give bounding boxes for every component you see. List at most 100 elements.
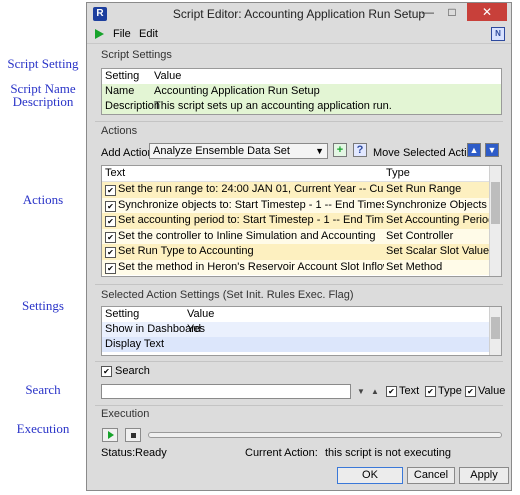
search-next-icon[interactable]: ▼: [357, 387, 365, 396]
table-row[interactable]: ✔ Set accounting period to: Start Timest…: [102, 213, 501, 229]
row-checkbox[interactable]: ✔: [105, 262, 116, 274]
header-value: Value: [187, 308, 215, 320]
header-type: Type: [386, 167, 410, 179]
search-text-label: Text: [399, 385, 420, 397]
ok-button[interactable]: OK: [337, 467, 403, 484]
action-text: Synchronize objects to: Start Timestep -…: [118, 198, 384, 211]
status-value: Ready: [135, 447, 167, 459]
action-type: Synchronize Objects: [386, 198, 487, 211]
header-value: Value: [154, 70, 182, 82]
close-button[interactable]: ✕: [467, 3, 507, 21]
execution-progress-bar: [148, 432, 502, 438]
search-value-checkbox[interactable]: ✔: [465, 386, 476, 397]
scrollbar-thumb[interactable]: [491, 317, 500, 339]
setting-cell: Display Text: [105, 338, 165, 350]
setting-cell: Name: [105, 85, 135, 97]
search-enable-checkbox[interactable]: ✔: [101, 366, 112, 377]
selected-action-value: Analyze Ensemble Data Set: [153, 145, 290, 157]
menu-edit[interactable]: Edit: [139, 28, 158, 40]
actions-label: Actions: [101, 125, 138, 137]
add-action-button[interactable]: +: [333, 143, 347, 157]
chevron-down-icon: ▼: [315, 146, 324, 156]
callout-description: Description: [12, 94, 74, 109]
script-editor-window: R Script Editor: Accounting Application …: [86, 2, 512, 491]
callout-execution: Execution: [16, 421, 70, 436]
row-checkbox[interactable]: ✔: [105, 216, 116, 227]
run-icon[interactable]: [95, 29, 104, 39]
action-text: Set Run Type to Accounting: [118, 245, 254, 257]
search-type-checkbox[interactable]: ✔: [425, 386, 436, 397]
search-input[interactable]: [101, 384, 351, 399]
script-settings-label: Script Settings: [101, 49, 172, 61]
selected-action-settings-label: Selected Action Settings (Set Init. Rule…: [101, 289, 354, 301]
table-header: Text Type: [102, 166, 501, 182]
settings-scrollbar[interactable]: [489, 307, 501, 355]
action-type: Set Controller: [386, 229, 454, 242]
cancel-button[interactable]: Cancel: [407, 467, 455, 484]
action-text: Set the controller to Inline Simulation …: [118, 229, 376, 242]
header-setting: Setting: [105, 308, 140, 320]
search-type-label: Type: [438, 385, 462, 397]
value-cell[interactable]: Yes: [187, 322, 205, 337]
action-type: Set Run Range: [386, 183, 462, 195]
status-label: Status:: [101, 447, 136, 459]
script-settings-table: Setting Value Name Accounting Applicatio…: [101, 68, 502, 115]
divider: [95, 284, 503, 285]
help-icon[interactable]: N: [491, 27, 505, 41]
move-selected-action-label: Move Selected Action:: [373, 147, 482, 159]
divider: [95, 361, 503, 362]
table-row[interactable]: ✔ Synchronize objects to: Start Timestep…: [102, 197, 501, 213]
callout-actions: Actions: [22, 192, 64, 207]
maximize-button[interactable]: □: [441, 3, 463, 21]
table-header: Setting Value: [102, 69, 501, 84]
table-row[interactable]: ✔ Set the run range to: 24:00 JAN 01, Cu…: [102, 182, 501, 198]
divider: [95, 121, 503, 122]
move-down-button[interactable]: ▼: [485, 143, 499, 157]
value-cell[interactable]: This script sets up an accounting applic…: [154, 99, 392, 114]
move-up-button[interactable]: ▲: [467, 143, 481, 157]
callout-script-setting: Script Setting: [7, 56, 79, 71]
header-setting: Setting: [105, 70, 140, 82]
menu-bar: File Edit N: [87, 25, 511, 44]
table-row[interactable]: ✔ Set the method in Heron's Reservoir Ac…: [102, 259, 501, 275]
table-row[interactable]: Name Accounting Application Run Setup: [102, 84, 501, 99]
current-action-value: this script is not executing: [325, 447, 451, 459]
header-text: Text: [105, 167, 126, 179]
search-value-label: Value: [478, 385, 506, 397]
table-row[interactable]: Show in Dashboard Yes: [102, 322, 501, 337]
search-prev-icon[interactable]: ▲: [371, 387, 379, 396]
action-help-button[interactable]: ?: [353, 143, 367, 157]
add-action-label: Add Action: [101, 147, 154, 159]
menu-file[interactable]: File: [113, 28, 131, 40]
action-type: Set Scalar Slot Value: [386, 245, 490, 257]
row-checkbox[interactable]: ✔: [105, 185, 116, 196]
minimize-button[interactable]: —: [417, 3, 439, 21]
play-button[interactable]: [102, 428, 118, 442]
search-text-checkbox[interactable]: ✔: [386, 386, 397, 397]
row-checkbox[interactable]: ✔: [105, 200, 116, 212]
table-row[interactable]: Description This script sets up an accou…: [102, 99, 501, 114]
setting-cell: Description: [105, 100, 161, 112]
actions-table: Text Type ✔ Set the run range to: 24:00 …: [101, 165, 502, 277]
apply-button[interactable]: Apply: [459, 467, 509, 484]
divider: [95, 405, 503, 406]
table-row[interactable]: ✔ Set Run Type to Accounting Set Scalar …: [102, 244, 501, 260]
action-type: Set Accounting Period: [386, 214, 495, 226]
stop-button[interactable]: [125, 428, 141, 442]
value-cell[interactable]: Accounting Application Run Setup: [154, 84, 320, 99]
row-checkbox[interactable]: ✔: [105, 247, 116, 258]
execution-label: Execution: [101, 408, 150, 420]
add-action-select[interactable]: Analyze Ensemble Data Set ▼: [149, 143, 328, 159]
table-header: Setting Value: [102, 307, 501, 322]
row-checkbox[interactable]: ✔: [105, 231, 116, 243]
action-type: Set Method: [386, 260, 443, 273]
title-bar: R Script Editor: Accounting Application …: [87, 3, 511, 25]
table-row[interactable]: Display Text: [102, 337, 501, 352]
action-text: Set the run range to: 24:00 JAN 01, Curr…: [118, 183, 384, 195]
table-row[interactable]: ✔ Set the controller to Inline Simulatio…: [102, 228, 501, 244]
selected-action-settings-table: Setting Value Show in Dashboard Yes Disp…: [101, 306, 502, 356]
action-text: Set the method in Heron's Reservoir Acco…: [118, 260, 384, 273]
actions-scrollbar[interactable]: [489, 166, 501, 276]
scrollbar-thumb[interactable]: [491, 182, 500, 224]
current-action-label: Current Action:: [245, 447, 318, 459]
